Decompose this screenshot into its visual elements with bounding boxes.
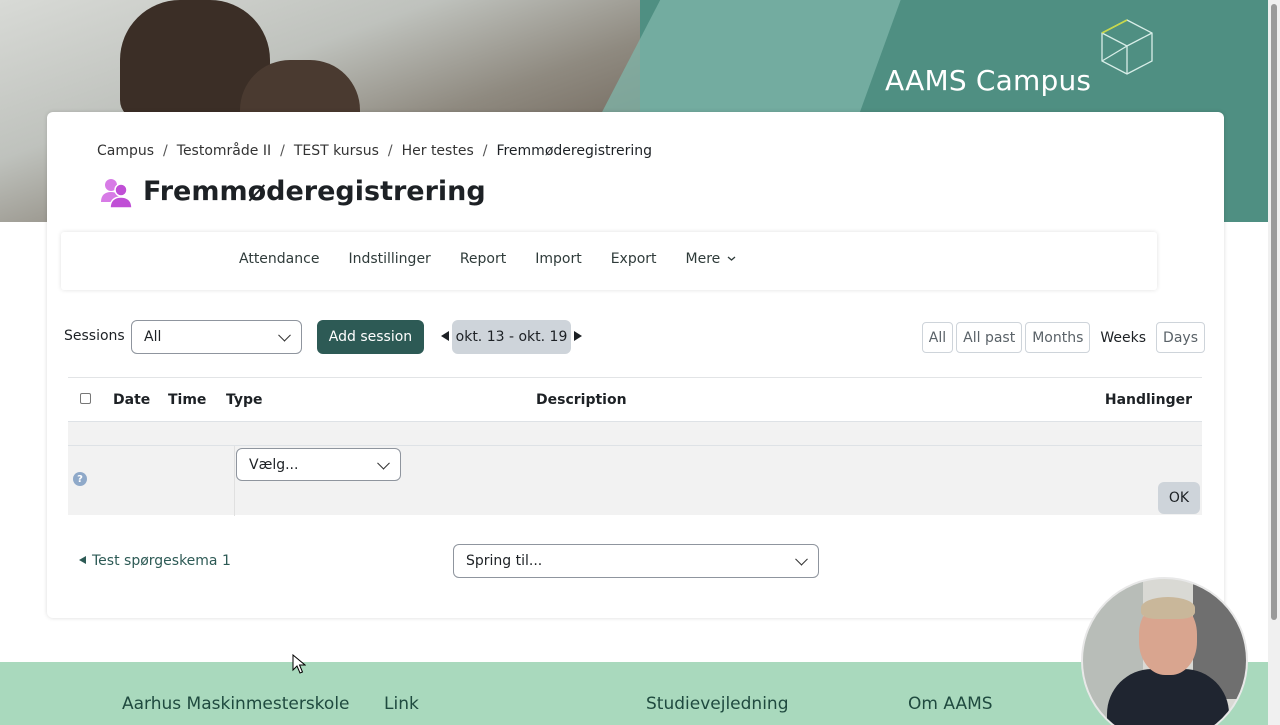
footer-heading-studievejledning: Studievejledning bbox=[646, 694, 789, 714]
breadcrumb-test-kursus[interactable]: TEST kursus bbox=[294, 143, 379, 159]
ok-button[interactable]: OK bbox=[1158, 482, 1200, 514]
header-time[interactable]: Time bbox=[168, 392, 206, 408]
webcam-person bbox=[1107, 669, 1229, 725]
table-spacer-row bbox=[68, 422, 1202, 445]
page-footer: Aarhus Maskinmesterskole Link Studievejl… bbox=[0, 662, 1268, 725]
breadcrumb-separator: / bbox=[482, 143, 488, 159]
page-scrollbar[interactable] bbox=[1268, 0, 1280, 725]
sessions-table-header: Date Time Type Description Handlinger bbox=[68, 377, 1202, 422]
page-title: Fremmøderegistrering bbox=[143, 176, 486, 207]
arrow-left-icon bbox=[79, 556, 86, 564]
webcam-overlay bbox=[1081, 577, 1248, 725]
breadcrumb: Campus / Testområde II / TEST kursus / H… bbox=[97, 143, 652, 159]
breadcrumb-separator: / bbox=[280, 143, 285, 159]
bulk-action-select[interactable]: Vælg... bbox=[236, 448, 401, 481]
nav-attendance[interactable]: Attendance bbox=[239, 251, 319, 267]
previous-activity-label: Test spørgeskema 1 bbox=[92, 553, 231, 569]
select-all-checkbox[interactable] bbox=[80, 393, 91, 404]
sessions-select[interactable]: All bbox=[131, 320, 302, 354]
secondary-navigation: Attendance Indstillinger Report Import E… bbox=[61, 232, 1157, 290]
view-months-button[interactable]: Months bbox=[1025, 322, 1091, 353]
bulk-action-row: ? Vælg... OK bbox=[68, 445, 1202, 516]
add-session-button[interactable]: Add session bbox=[317, 320, 424, 354]
attendance-icon bbox=[101, 179, 133, 209]
breadcrumb-separator: / bbox=[163, 143, 168, 159]
nav-indstillinger[interactable]: Indstillinger bbox=[348, 251, 430, 267]
chevron-down-icon bbox=[377, 456, 390, 470]
jump-to-select[interactable]: Spring til... bbox=[453, 544, 819, 578]
view-weeks-button[interactable]: Weeks bbox=[1093, 322, 1153, 353]
chevron-down-icon bbox=[795, 552, 808, 566]
bulk-action-select-value: Vælg... bbox=[249, 456, 299, 473]
help-icon[interactable]: ? bbox=[73, 472, 87, 486]
nav-import[interactable]: Import bbox=[535, 251, 581, 267]
nav-mere-label: Mere bbox=[685, 251, 721, 267]
header-handlinger: Handlinger bbox=[1104, 392, 1192, 408]
sessions-select-value: All bbox=[144, 329, 162, 345]
footer-heading-om-aams: Om AAMS bbox=[908, 694, 993, 714]
view-days-button[interactable]: Days bbox=[1156, 322, 1205, 353]
jump-to-select-value: Spring til... bbox=[466, 553, 543, 569]
nav-export[interactable]: Export bbox=[611, 251, 657, 267]
previous-week-arrow-icon[interactable] bbox=[441, 331, 449, 341]
brand-logo-icon[interactable] bbox=[1096, 16, 1158, 78]
breadcrumb-current: Fremmøderegistrering bbox=[496, 143, 652, 159]
date-range-display: okt. 13 - okt. 19 bbox=[452, 320, 571, 354]
chevron-down-icon bbox=[727, 256, 736, 261]
scrollbar-thumb[interactable] bbox=[1271, 4, 1277, 620]
next-week-arrow-icon[interactable] bbox=[574, 331, 582, 341]
previous-activity-link[interactable]: Test spørgeskema 1 bbox=[79, 553, 231, 569]
brand-name[interactable]: AAMS Campus bbox=[885, 64, 1091, 97]
breadcrumb-her-testes[interactable]: Her testes bbox=[402, 143, 474, 159]
view-all-button[interactable]: All bbox=[921, 322, 954, 353]
main-card: Campus / Testområde II / TEST kursus / H… bbox=[47, 112, 1224, 618]
chevron-down-icon bbox=[278, 328, 291, 342]
breadcrumb-separator: / bbox=[387, 143, 393, 159]
header-type[interactable]: Type bbox=[226, 392, 263, 408]
header-description: Description bbox=[536, 392, 627, 408]
breadcrumb-campus[interactable]: Campus bbox=[97, 143, 154, 159]
sessions-label: Sessions bbox=[64, 328, 125, 344]
nav-report[interactable]: Report bbox=[460, 251, 506, 267]
webcam-person bbox=[1141, 597, 1195, 619]
nav-mere[interactable]: Mere bbox=[686, 251, 736, 267]
view-filter-group: All All past Months Weeks Days bbox=[921, 322, 1205, 353]
breadcrumb-testomrade[interactable]: Testområde II bbox=[177, 143, 271, 159]
footer-heading-link: Link bbox=[384, 694, 419, 714]
cell-divider bbox=[234, 446, 235, 516]
mouse-cursor-icon bbox=[292, 654, 306, 674]
header-date[interactable]: Date bbox=[113, 392, 150, 408]
view-all-past-button[interactable]: All past bbox=[956, 322, 1023, 353]
footer-heading-aams: Aarhus Maskinmesterskole bbox=[122, 694, 350, 714]
